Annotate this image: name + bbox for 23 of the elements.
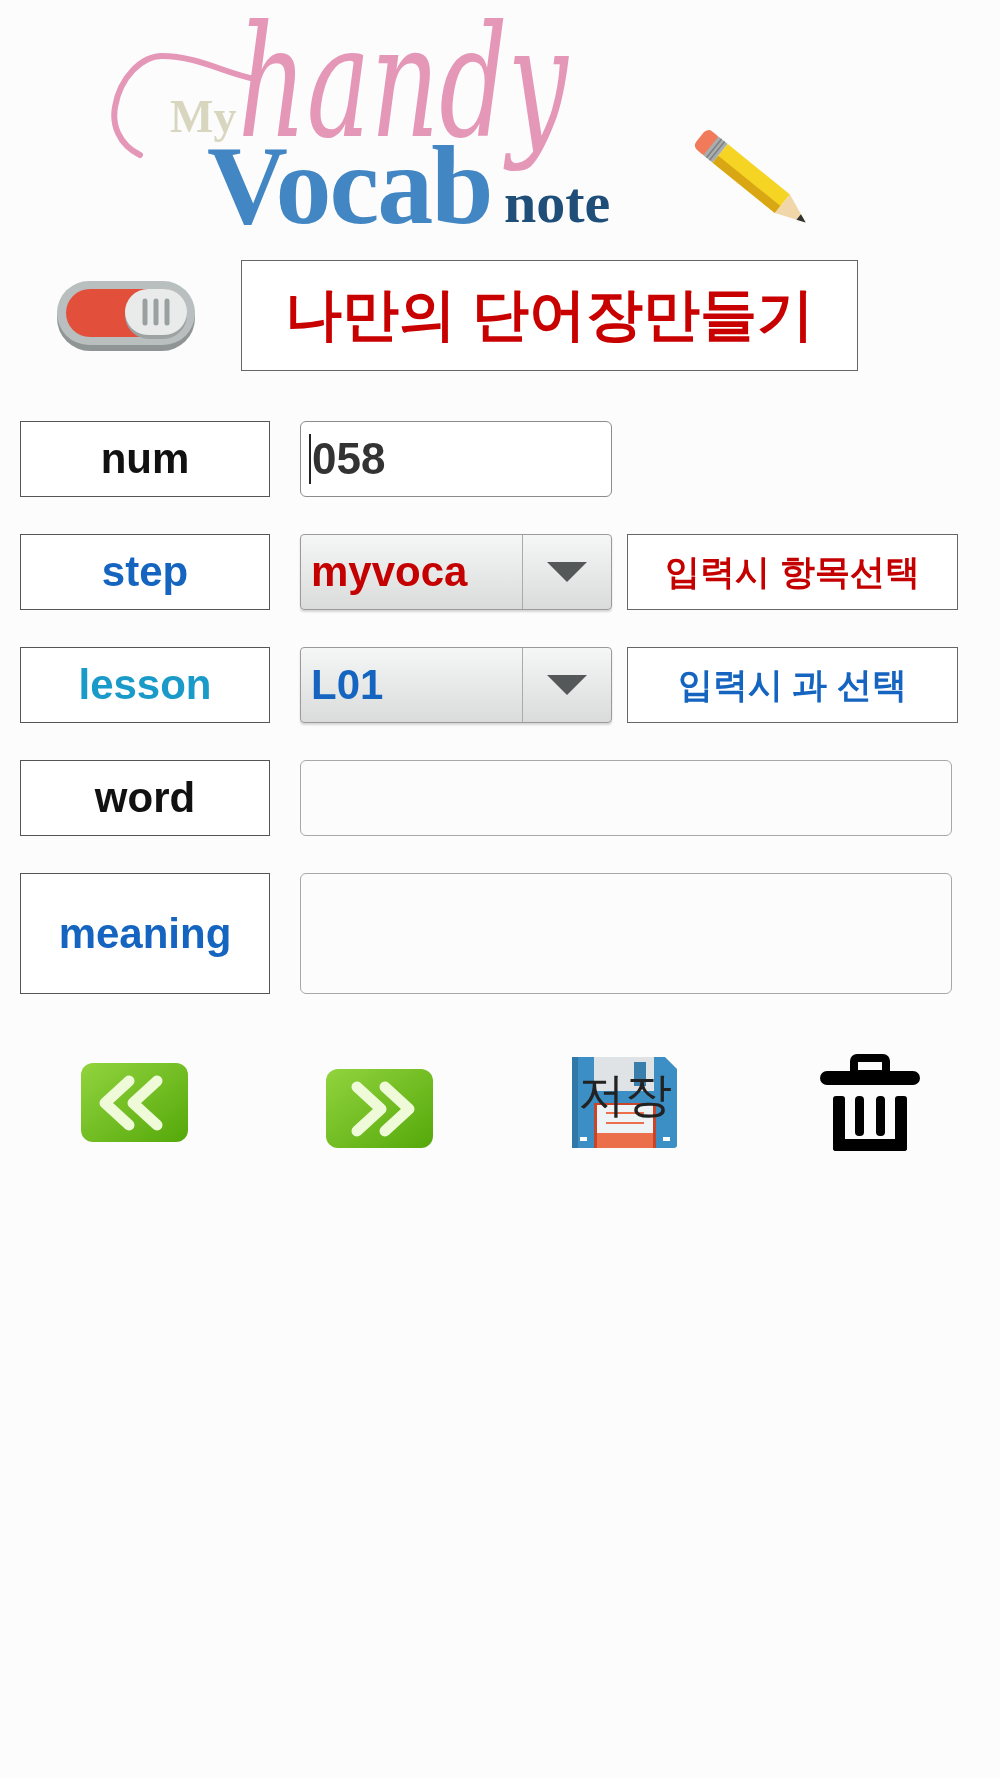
page-title: 나만의 단어장만들기: [241, 260, 858, 371]
field-label: meaning: [20, 873, 270, 994]
field-label: lesson: [20, 647, 270, 723]
caret-down-icon: [547, 562, 587, 582]
double-chevron-left-icon: [81, 1062, 188, 1142]
input-field[interactable]: [300, 760, 952, 836]
number-field[interactable]: 058: [300, 421, 612, 497]
field-label: word: [20, 760, 270, 836]
dropdown[interactable]: L01: [300, 647, 612, 723]
text-cursor: [309, 434, 311, 484]
dropdown[interactable]: myvoca: [300, 534, 612, 610]
trash-icon: [819, 1053, 920, 1151]
next-button[interactable]: [326, 1068, 433, 1148]
toggle-switch[interactable]: [57, 280, 195, 351]
double-chevron-right-icon: [326, 1068, 433, 1148]
delete-button[interactable]: [819, 1053, 920, 1151]
logo-tail-text: note: [504, 174, 611, 232]
field-label: step: [20, 534, 270, 610]
hint-label: 입력시 항목선택: [627, 534, 958, 610]
previous-button[interactable]: [81, 1062, 188, 1142]
field-label: num: [20, 421, 270, 497]
hint-label: 입력시 과 선택: [627, 647, 958, 723]
caret-down-icon: [547, 675, 587, 695]
